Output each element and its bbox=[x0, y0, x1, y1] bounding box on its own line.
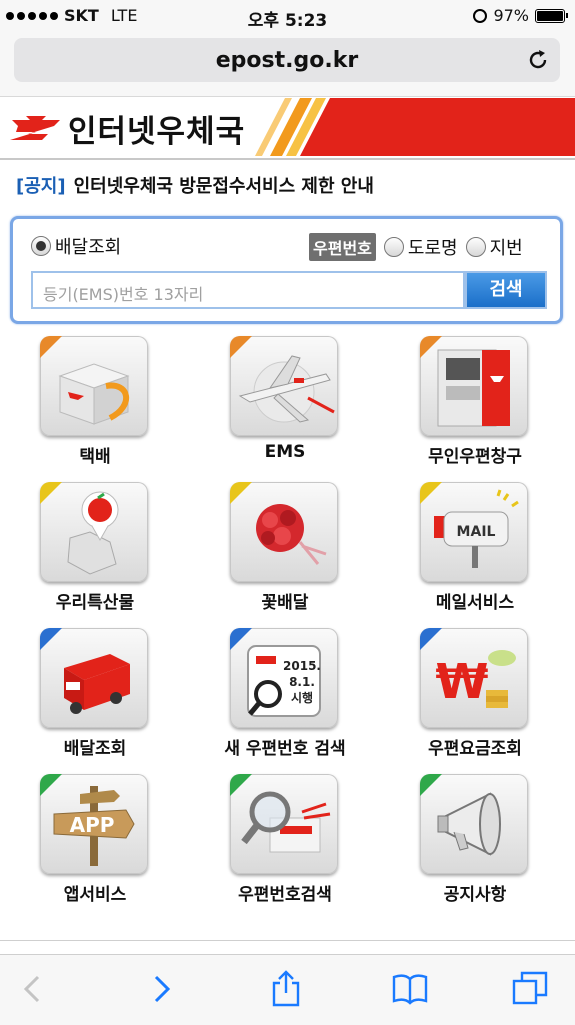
corner-mark bbox=[40, 628, 62, 650]
service-tile-mail[interactable]: MAIL 메일서비스 bbox=[380, 482, 570, 628]
svg-text:₩: ₩ bbox=[436, 654, 489, 710]
corner-mark bbox=[230, 336, 252, 358]
bookmarks-icon[interactable] bbox=[390, 969, 430, 1009]
url-text: epost.go.kr bbox=[215, 48, 359, 73]
option-delivery-label: 배달조회 bbox=[55, 237, 122, 258]
status-right: 97% bbox=[473, 6, 568, 25]
service-label: 새 우편번호 검색 bbox=[224, 739, 346, 759]
app-sign-text: APP bbox=[70, 813, 115, 837]
back-icon[interactable] bbox=[14, 969, 54, 1009]
service-tile-zipcode-search[interactable]: 우편번호검색 bbox=[190, 774, 380, 920]
parcel-box-icon bbox=[40, 336, 148, 436]
forward-icon[interactable] bbox=[142, 969, 182, 1009]
service-label: 우편번호검색 bbox=[238, 885, 332, 905]
corner-mark bbox=[230, 774, 252, 796]
zip-date-day: 8.1. bbox=[289, 675, 315, 689]
battery-percent: 97% bbox=[493, 6, 529, 25]
service-label: 메일서비스 bbox=[435, 593, 515, 613]
megaphone-icon bbox=[420, 774, 528, 874]
service-tile-new-zipcode[interactable]: 2015. 8.1. 시행 새 우편번호 검색 bbox=[190, 628, 380, 774]
reload-icon[interactable] bbox=[526, 48, 550, 72]
radio-lot-number[interactable] bbox=[465, 237, 486, 257]
banner-divider bbox=[0, 158, 575, 160]
site-title: 인터넷우체국 bbox=[68, 114, 246, 150]
option-road-label: 도로명 bbox=[407, 238, 458, 259]
tabs-icon[interactable] bbox=[510, 969, 550, 1009]
app-sign-icon: APP bbox=[40, 774, 148, 874]
corner-mark bbox=[420, 774, 442, 796]
corner-mark bbox=[40, 336, 62, 358]
notice-text: 인터넷우체국 방문접수서비스 제한 안내 bbox=[73, 176, 374, 197]
notice-link[interactable]: [공지] 인터넷우체국 방문접수서비스 제한 안내 bbox=[16, 172, 374, 198]
option-lot-label: 지번 bbox=[489, 238, 523, 259]
zipcode-search-icon bbox=[230, 774, 338, 874]
mailbox-icon: MAIL bbox=[420, 482, 528, 582]
post-logo-icon bbox=[10, 116, 60, 140]
notice-tag: [공지] bbox=[16, 176, 66, 197]
service-tile-flowers[interactable]: 꽃배달 bbox=[190, 482, 380, 628]
airplane-icon bbox=[230, 336, 338, 436]
service-tile-local-products[interactable]: 우리특산물 bbox=[0, 482, 190, 628]
tracking-search-panel: 배달조회 우편번호 도로명 지번 등기(EMS)번호 13자리 검색 bbox=[10, 216, 563, 324]
address-bar[interactable]: epost.go.kr bbox=[14, 38, 560, 82]
zip-date-year: 2015. bbox=[283, 659, 321, 673]
zipcode-badge: 우편번호 bbox=[309, 233, 376, 261]
corner-mark bbox=[420, 336, 442, 358]
service-label: EMS bbox=[264, 442, 306, 462]
status-bar: SKT LTE 오후 5:23 97% bbox=[0, 0, 575, 32]
alarm-icon bbox=[473, 8, 488, 23]
service-tile-parcel[interactable]: 택배 bbox=[0, 336, 190, 482]
corner-mark bbox=[230, 628, 252, 650]
corner-mark bbox=[40, 482, 62, 504]
corner-mark bbox=[40, 774, 62, 796]
zipcode-options: 우편번호 도로명 지번 bbox=[309, 233, 523, 261]
service-label: 앱서비스 bbox=[63, 885, 127, 905]
service-tile-postage-fee[interactable]: ₩ 우편요금조회 bbox=[380, 628, 570, 774]
service-tile-notices[interactable]: 공지사항 bbox=[380, 774, 570, 920]
search-button[interactable]: 검색 bbox=[465, 271, 547, 309]
service-label: 배달조회 bbox=[63, 739, 127, 759]
service-tile-ems[interactable]: EMS bbox=[190, 336, 380, 482]
service-label: 우편요금조회 bbox=[428, 739, 522, 759]
service-tile-delivery-lookup[interactable]: 배달조회 bbox=[0, 628, 190, 774]
delivery-truck-icon bbox=[40, 628, 148, 728]
new-zipcode-icon: 2015. 8.1. 시행 bbox=[230, 628, 338, 728]
local-products-icon bbox=[40, 482, 148, 582]
option-delivery-lookup[interactable]: 배달조회 bbox=[31, 233, 121, 259]
flower-bouquet-icon bbox=[230, 482, 338, 582]
radio-road-name[interactable] bbox=[383, 237, 404, 257]
zip-date-effective: 시행 bbox=[291, 690, 313, 705]
battery-icon bbox=[535, 8, 568, 23]
kiosk-icon bbox=[420, 336, 528, 436]
service-label: 공지사항 bbox=[443, 885, 507, 905]
content-divider bbox=[0, 940, 575, 941]
service-label: 우리특산물 bbox=[55, 593, 135, 613]
service-tile-kiosk[interactable]: 무인우편창구 bbox=[380, 336, 570, 482]
radio-delivery[interactable] bbox=[31, 236, 51, 256]
corner-mark bbox=[420, 482, 442, 504]
share-icon[interactable] bbox=[266, 969, 306, 1009]
service-tile-app[interactable]: APP 앱서비스 bbox=[0, 774, 190, 920]
site-banner[interactable]: 인터넷우체국 bbox=[0, 98, 575, 156]
mailbox-text: MAIL bbox=[457, 524, 496, 540]
tracking-number-input[interactable]: 등기(EMS)번호 13자리 bbox=[31, 271, 465, 309]
service-label: 꽃배달 bbox=[261, 593, 309, 613]
service-label: 택배 bbox=[79, 447, 111, 467]
browser-url-area: epost.go.kr bbox=[0, 32, 575, 97]
corner-mark bbox=[420, 628, 442, 650]
corner-mark bbox=[230, 482, 252, 504]
postage-fee-icon: ₩ bbox=[420, 628, 528, 728]
service-label: 무인우편창구 bbox=[428, 447, 522, 467]
browser-toolbar bbox=[0, 954, 575, 1025]
